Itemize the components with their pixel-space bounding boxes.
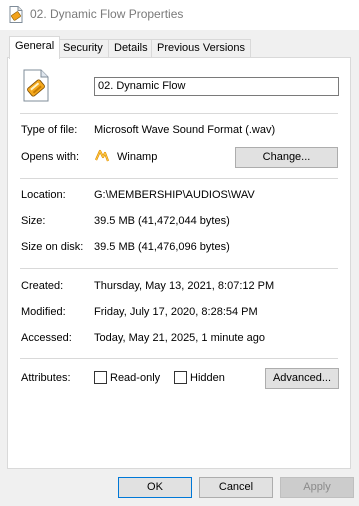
separator	[20, 113, 338, 114]
created-label: Created:	[21, 280, 64, 292]
created-value: Thursday, May 13, 2021, 8:07:12 PM	[94, 280, 275, 292]
modified-label: Modified:	[21, 306, 66, 318]
size-value: 39.5 MB (41,472,044 bytes)	[94, 215, 230, 227]
file-name-input[interactable]: 02. Dynamic Flow	[94, 77, 339, 96]
change-button[interactable]: Change...	[235, 147, 338, 168]
tab-security[interactable]: Security	[57, 39, 109, 58]
readonly-checkbox[interactable]	[94, 371, 107, 384]
tab-general[interactable]: General	[9, 36, 61, 59]
tab-previous-versions[interactable]: Previous Versions	[151, 39, 252, 58]
accessed-label: Accessed:	[21, 332, 72, 344]
opens-with-label: Opens with:	[21, 151, 80, 163]
winamp-icon	[94, 149, 110, 162]
advanced-button[interactable]: Advanced...	[265, 368, 339, 389]
wav-file-icon	[23, 69, 49, 102]
general-panel	[7, 57, 351, 469]
accessed-value: Today, May 21, 2025, 1 minute ago	[94, 332, 266, 344]
location-value: G:\MEMBERSHIP\AUDIOS\WAV	[94, 189, 255, 201]
ok-button[interactable]: OK	[118, 477, 192, 498]
properties-window: 02. Dynamic Flow Properties General Secu…	[0, 0, 359, 506]
tab-details[interactable]: Details	[108, 39, 154, 58]
apply-button[interactable]: Apply	[280, 477, 354, 498]
cancel-button[interactable]: Cancel	[199, 477, 273, 498]
separator	[20, 268, 338, 269]
modified-value: Friday, July 17, 2020, 8:28:54 PM	[94, 306, 258, 318]
type-of-file-value: Microsoft Wave Sound Format (.wav)	[94, 124, 276, 136]
separator	[20, 178, 338, 179]
size-on-disk-value: 39.5 MB (41,476,096 bytes)	[94, 241, 230, 253]
attributes-label: Attributes:	[21, 372, 71, 384]
opens-with-value: Winamp	[117, 151, 158, 163]
separator	[20, 358, 338, 359]
window-title: 02. Dynamic Flow Properties	[30, 7, 184, 21]
hidden-checkbox[interactable]	[174, 371, 187, 384]
hidden-label[interactable]: Hidden	[190, 372, 225, 384]
size-on-disk-label: Size on disk:	[21, 241, 84, 253]
type-of-file-label: Type of file:	[21, 124, 78, 136]
location-label: Location:	[21, 189, 66, 201]
size-label: Size:	[21, 215, 46, 227]
wav-file-icon	[9, 6, 23, 23]
title-bar[interactable]: 02. Dynamic Flow Properties	[0, 0, 359, 30]
readonly-label[interactable]: Read-only	[110, 372, 160, 384]
